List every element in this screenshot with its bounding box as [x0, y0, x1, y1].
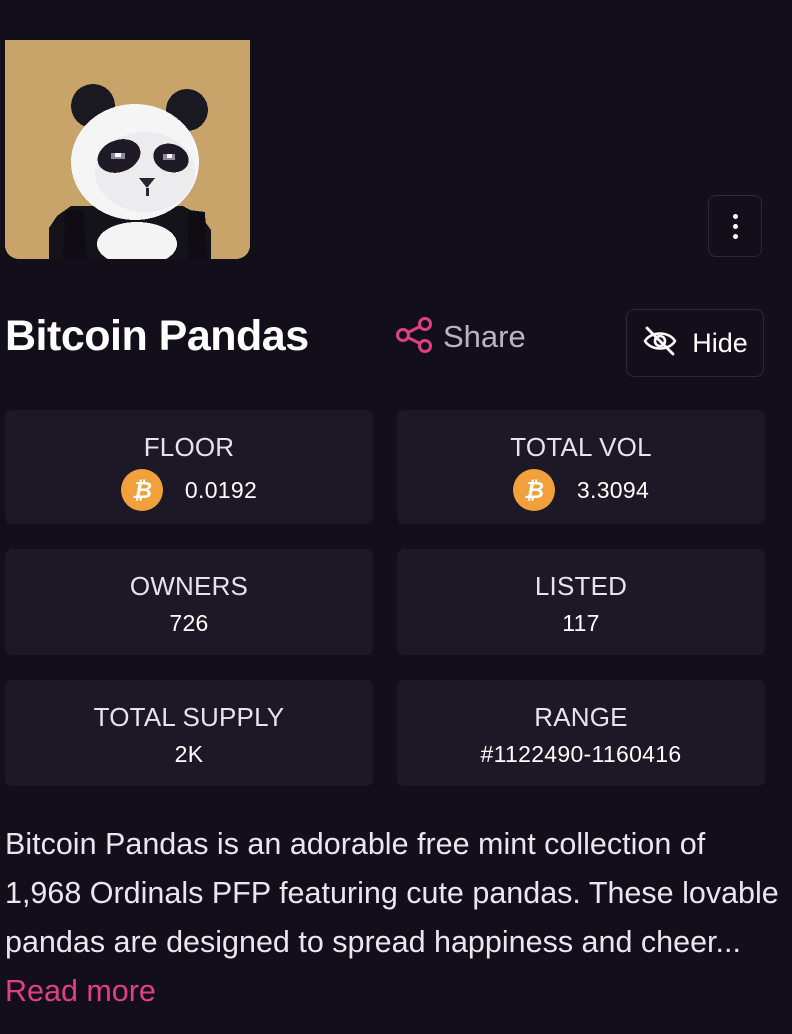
stat-listed-value: 117: [562, 610, 600, 636]
stat-total-vol-value-row: ₿ 3.3094: [512, 469, 650, 511]
share-button[interactable]: Share: [395, 312, 526, 362]
stat-range: RANGE #1122490-1160416: [397, 680, 765, 786]
stat-floor-value: 0.0192: [184, 476, 258, 503]
stat-listed-label: LISTED: [534, 571, 628, 601]
collection-page: Bitcoin Pandas Share Hide FLOOR ₿ 0.0192…: [0, 0, 792, 1034]
stat-floor-value-row: ₿ 0.0192: [120, 469, 258, 511]
read-more-link[interactable]: Read more: [5, 974, 156, 1008]
stat-floor-label: FLOOR: [143, 432, 235, 462]
stat-total-vol-value: 3.3094: [576, 476, 650, 503]
vertical-dots-icon-dot: [732, 233, 738, 239]
share-label: Share: [443, 319, 526, 354]
hide-button[interactable]: Hide: [626, 309, 764, 377]
stat-listed: LISTED 117: [397, 549, 765, 655]
stat-total-supply-value: 2K: [174, 741, 204, 767]
share-icon: [395, 316, 433, 359]
bitcoin-icon: ₿: [120, 469, 163, 511]
stat-owners-label: OWNERS: [129, 571, 249, 601]
stat-total-vol: TOTAL VOL ₿ 3.3094: [397, 410, 765, 524]
bitcoin-icon: ₿: [512, 469, 555, 511]
stat-total-supply: TOTAL SUPPLY 2K: [5, 680, 373, 786]
stat-range-label: RANGE: [534, 702, 628, 732]
collection-description: Bitcoin Pandas is an adorable free mint …: [5, 820, 785, 1016]
more-options-button[interactable]: [708, 195, 762, 257]
stat-floor: FLOOR ₿ 0.0192: [5, 410, 373, 524]
vertical-dots-icon: [732, 213, 738, 219]
vertical-dots-icon-dot: [732, 223, 738, 229]
stat-range-value: #1122490-1160416: [480, 741, 682, 767]
svg-text:₿: ₿: [524, 478, 544, 504]
stat-total-supply-label: TOTAL SUPPLY: [93, 702, 285, 732]
description-text: Bitcoin Pandas is an adorable free mint …: [5, 827, 779, 959]
stat-total-vol-label: TOTAL VOL: [510, 432, 652, 462]
eye-off-icon: [642, 326, 678, 361]
hide-label: Hide: [692, 327, 748, 358]
collection-avatar: [5, 40, 250, 259]
collection-title: Bitcoin Pandas: [5, 312, 309, 360]
stat-owners: OWNERS 726: [5, 549, 373, 655]
stat-owners-value: 726: [169, 610, 209, 636]
svg-text:₿: ₿: [132, 478, 152, 504]
